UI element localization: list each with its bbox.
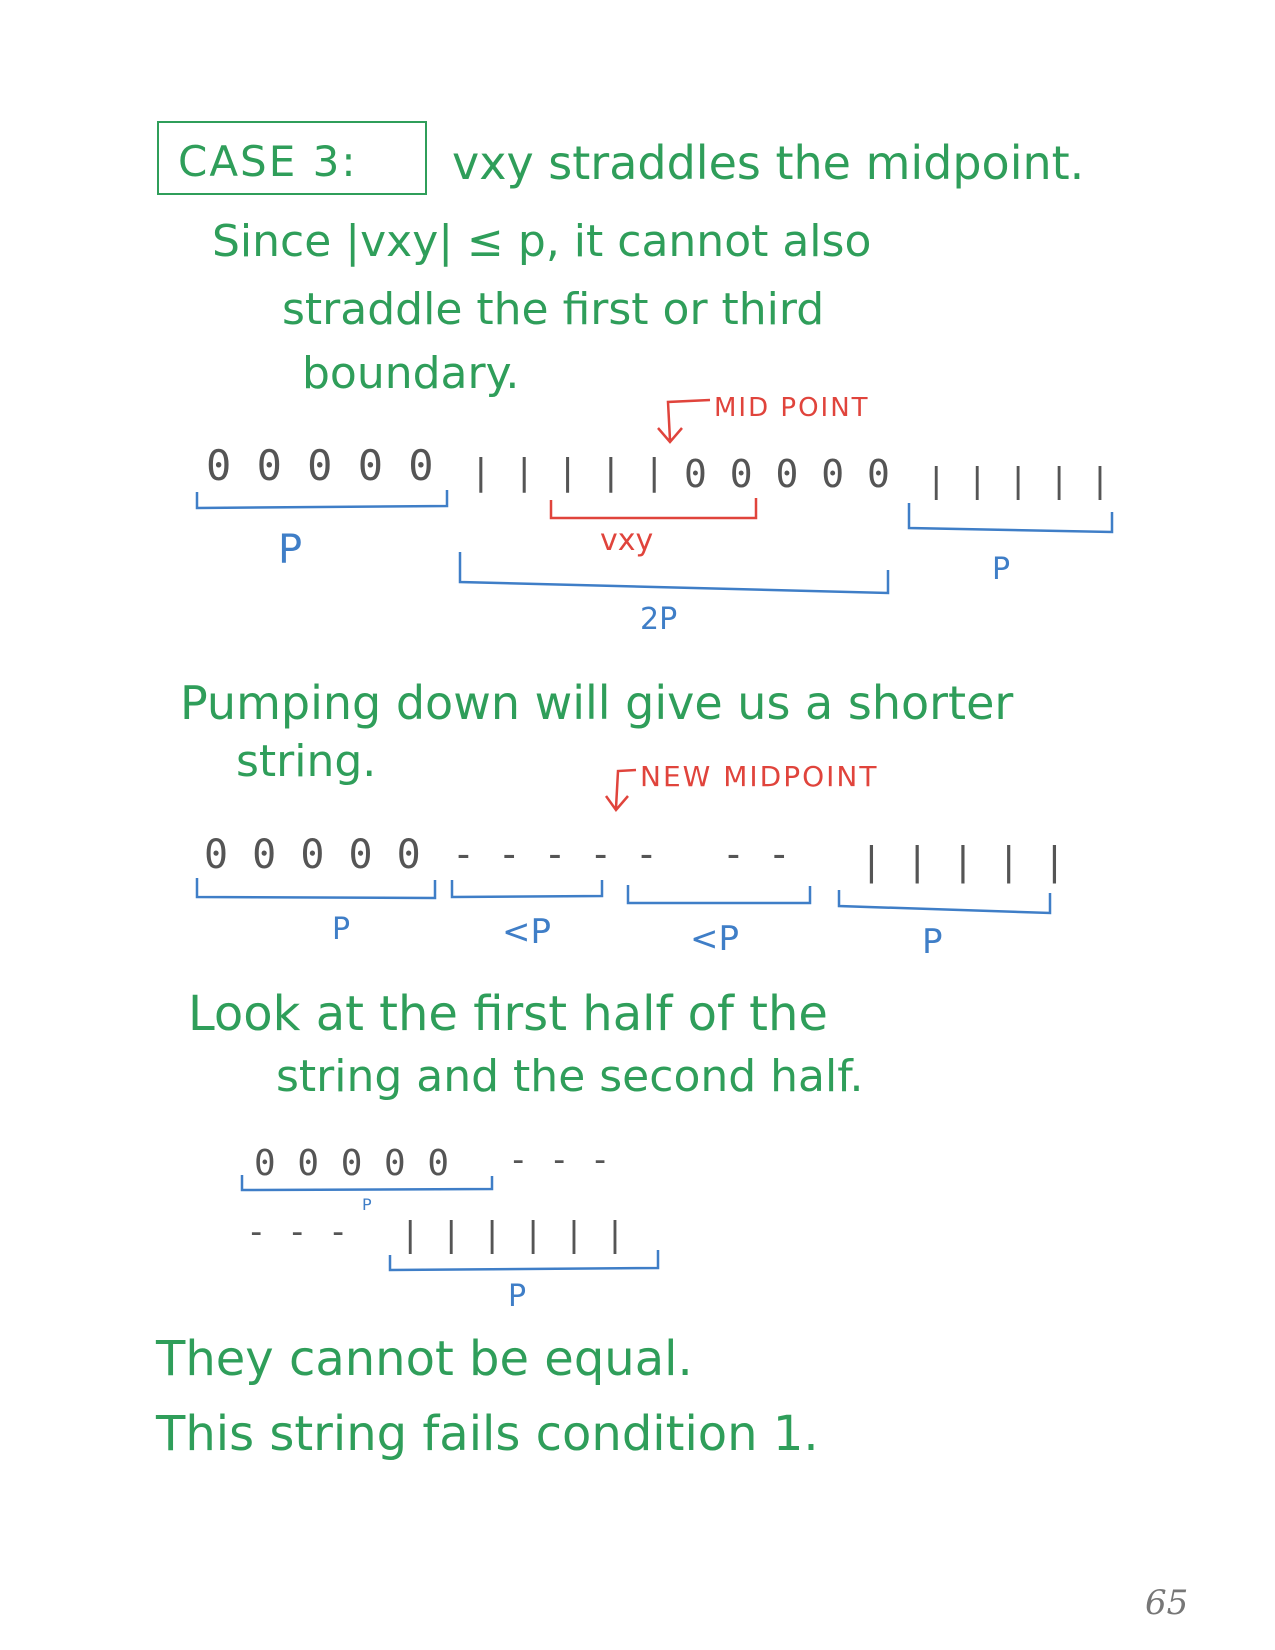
pump-line-1: Pumping down will give us a shorter [180, 676, 1014, 730]
bracket-p-right [907, 503, 1114, 534]
intro-line-3: straddle the first or third [282, 284, 825, 335]
bracket-lt2 [626, 885, 812, 905]
intro-line-4: boundary. [302, 348, 520, 399]
conclusion-line-2: This string fails condition 1. [156, 1406, 819, 1462]
bracket-vxy [549, 498, 758, 520]
intro-line-1: vxy straddles the midpoint. [452, 136, 1085, 190]
diagram3-row2-dashes: - - - [246, 1212, 349, 1252]
bracket-two-p [458, 552, 890, 595]
diagram1-zeros-a: 0 0 0 0 0 [206, 441, 434, 490]
diagram3-row1-dashes: - - - [508, 1140, 611, 1180]
pump-line-2: string. [236, 736, 377, 787]
vxy-label: vxy [600, 523, 654, 558]
look-line-1: Look at the first half of the [188, 986, 828, 1042]
bracket-p2 [837, 890, 1052, 915]
intro-line-2: Since |vxy| ≤ p, it cannot also [212, 216, 872, 267]
diagram3-row1-zeros: 0 0 0 0 0 [254, 1143, 450, 1184]
diagram2-zeros: 0 0 0 0 0 [204, 832, 421, 878]
diagram3-row1-label: P [362, 1195, 372, 1214]
diagram2-label-p2: P [922, 922, 943, 962]
diagram1-ones-b: | | | | | [926, 461, 1111, 501]
diagram1-ones-a: | | | | | [470, 452, 666, 493]
bracket-lt1 [450, 880, 604, 899]
diagram2-label-p1: P [332, 912, 351, 947]
midpoint-label: MID POINT [714, 393, 870, 423]
diagram2-label-lt2: <P [690, 919, 739, 959]
diagram2-label-lt1: <P [502, 912, 551, 952]
page-number: 65 [1145, 1583, 1189, 1623]
bracket-p-left [195, 490, 449, 510]
p-left-label: P [278, 527, 303, 573]
diagram2-dashes-a: - - - - - [452, 832, 658, 876]
diagram1-zeros-b: 0 0 0 0 0 [684, 452, 890, 496]
case-label: CASE 3: [178, 137, 358, 186]
bracket-p1 [195, 878, 437, 900]
notes-page: CASE 3: vxy straddles the midpoint. Sinc… [0, 0, 1275, 1650]
diagram2-ones: | | | | | [860, 839, 1066, 883]
new-midpoint-arrow-icon [604, 768, 637, 813]
new-midpoint-label: NEW MIDPOINT [640, 760, 879, 793]
look-line-2: string and the second half. [276, 1051, 864, 1102]
diagram3-row2-label: P [508, 1279, 527, 1314]
midpoint-arrow-icon [657, 398, 711, 444]
diagram2-dashes-b: - - [722, 832, 791, 876]
conclusion-line-1: They cannot be equal. [156, 1331, 693, 1387]
two-p-label: 2P [640, 602, 678, 637]
diagram3-row2-ones: | | | | | | [400, 1215, 626, 1255]
p-right-label: P [992, 552, 1011, 587]
